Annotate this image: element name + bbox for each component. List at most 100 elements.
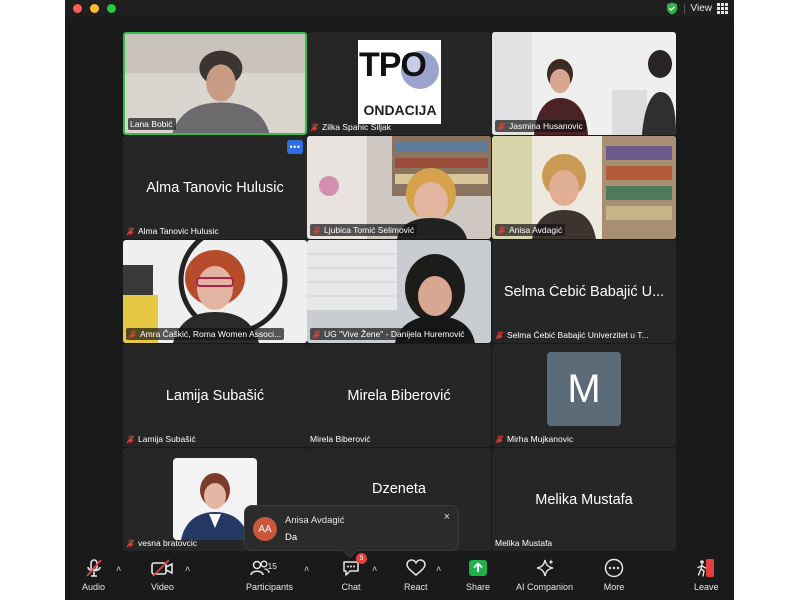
- participant-name-tag: Mirha Mujkanovic: [495, 434, 573, 444]
- participant-avatar: M: [547, 352, 621, 426]
- video-options-chevron-icon[interactable]: ˄: [185, 564, 190, 574]
- participant-name: Melika Mustafa: [495, 538, 553, 548]
- participant-name: Jasmina Husanovic: [509, 121, 583, 131]
- mic-muted-icon: [85, 559, 102, 577]
- participant-name-tag: Jasmina Husanovic: [495, 120, 586, 132]
- video-tile-zilka-spahic-siljak[interactable]: TPO ONDACIJA Zilka Spahic Siljak: [307, 32, 491, 135]
- participants-count: 15: [267, 561, 277, 571]
- react-label: React: [404, 582, 428, 592]
- participant-name: Selma Ćebić Babajić Univerzitet u T...: [507, 330, 649, 340]
- video-tile-selma-cebic-babajic[interactable]: Selma Ćebić Babajić U... Selma Ćebić Bab…: [492, 240, 676, 343]
- close-icon[interactable]: ×: [444, 511, 450, 523]
- participant-display-name: Lamija Subašić: [165, 387, 265, 404]
- chat-options-chevron-icon[interactable]: ˄: [372, 564, 377, 574]
- tile-more-options-button[interactable]: •••: [287, 140, 303, 154]
- view-label: View: [690, 3, 713, 14]
- participant-display-name: Mirela Biberović: [347, 387, 451, 404]
- mic-muted-icon: [310, 122, 319, 131]
- chat-notification[interactable]: AA Anisa Avdagić Da ×: [244, 505, 459, 559]
- security-shield-icon[interactable]: [666, 2, 678, 15]
- chat-label: Chat: [341, 582, 361, 592]
- zoom-window-button[interactable]: [107, 4, 116, 13]
- video-tile-mirha-mujkanovic[interactable]: M Mirha Mujkanovic: [492, 344, 676, 447]
- participant-name: Mirela Biberović: [310, 434, 371, 444]
- participants-label: Participants: [246, 582, 294, 592]
- video-tile-jasmina-husanovic[interactable]: Jasmina Husanovic: [492, 32, 676, 135]
- view-button[interactable]: View: [690, 3, 728, 14]
- participant-name: Amra Čaškić, Roma Women Associ...: [140, 329, 282, 339]
- participant-display-name: Selma Ćebić Babajić U...: [503, 283, 665, 300]
- participant-name: Alma Tanovic Hulusic: [138, 226, 219, 236]
- more-icon: [604, 558, 624, 578]
- participant-name-tag: Lamija Subašić: [126, 434, 196, 444]
- participant-name: UG "Vive Žene" - Danijela Huremović: [324, 329, 465, 339]
- grid-view-icon: [717, 3, 728, 14]
- participant-name: Ljubica Tomić Selimović: [324, 225, 415, 235]
- logo-text-top: TPO: [359, 46, 427, 84]
- participant-name: Lamija Subašić: [138, 434, 196, 444]
- video-off-icon: [151, 559, 174, 577]
- participants-button[interactable]: 15 Participants: [246, 558, 293, 592]
- audio-options-chevron-icon[interactable]: ˄: [116, 564, 121, 574]
- leave-label: Leave: [694, 582, 719, 592]
- audio-button[interactable]: Audio: [82, 558, 105, 592]
- participant-display-name: Dzeneta: [371, 481, 426, 498]
- share-button[interactable]: Share: [466, 558, 490, 592]
- close-window-button[interactable]: [73, 4, 82, 13]
- video-tile-ljubica-tomic-selimovic[interactable]: Ljubica Tomić Selimović: [307, 136, 491, 239]
- sender-name: Anisa Avdagić: [285, 515, 345, 526]
- participant-name-tag: Amra Čaškić, Roma Women Associ...: [126, 328, 285, 340]
- video-tile-alma-tanovic-hulusic[interactable]: Alma Tanovic Hulusic ••• Alma Tanovic Hu…: [123, 136, 307, 239]
- video-tile-lana-bobic[interactable]: Lana Bobić: [123, 32, 307, 135]
- mic-muted-icon: [128, 329, 137, 338]
- mic-muted-icon: [495, 330, 504, 339]
- video-label: Video: [151, 582, 174, 592]
- audio-label: Audio: [82, 582, 106, 592]
- sender-avatar: AA: [253, 517, 277, 541]
- video-tile-mirela-biberovic[interactable]: Mirela Biberović Mirela Biberović: [307, 344, 491, 447]
- participant-name: Zilka Spahic Siljak: [322, 122, 391, 132]
- react-options-chevron-icon[interactable]: ˄: [436, 564, 441, 574]
- leave-button[interactable]: Leave: [694, 558, 719, 592]
- mic-muted-icon: [312, 329, 321, 338]
- video-tile-vive-zene[interactable]: UG "Vive Žene" - Danijela Huremović: [307, 240, 491, 343]
- ai-companion-label: AI Companion: [516, 582, 574, 592]
- participant-name-tag: Anisa Avdagić: [495, 224, 566, 236]
- participant-display-name: Melika Mustafa: [535, 491, 633, 508]
- zoom-window: View Lana Bobić TPO ONDACIJA Zilka Spahi…: [65, 0, 734, 600]
- video-tile-anisa-avdagic[interactable]: Anisa Avdagić: [492, 136, 676, 239]
- participant-name-tag: Alma Tanovic Hulusic: [126, 226, 219, 236]
- participant-name: Anisa Avdagić: [509, 225, 563, 235]
- participant-name-tag: Ljubica Tomić Selimović: [310, 224, 418, 236]
- meeting-controls: Audio ˄ Video ˄ 15 Participants ˄ 5 Chat…: [65, 552, 734, 600]
- participant-name-tag: Melika Mustafa: [495, 538, 552, 548]
- share-label: Share: [466, 582, 491, 592]
- more-label: More: [603, 582, 625, 592]
- heart-icon: [405, 559, 426, 576]
- ai-companion-button[interactable]: AI Companion: [516, 558, 573, 592]
- sparkle-icon: [536, 559, 554, 577]
- logo-text-bottom: ONDACIJA: [363, 102, 437, 118]
- mic-muted-icon: [495, 434, 504, 443]
- chat-button[interactable]: 5 Chat: [340, 553, 367, 592]
- mic-muted-icon: [126, 434, 135, 443]
- video-tile-melika-mustafa[interactable]: Melika Mustafa Melika Mustafa: [492, 448, 676, 551]
- unread-chat-badge: 5: [356, 553, 367, 564]
- video-tile-lamija-subasic[interactable]: Lamija Subašić Lamija Subašić: [123, 344, 307, 447]
- mic-muted-icon: [497, 225, 506, 234]
- react-button[interactable]: React: [404, 558, 428, 592]
- participant-name-tag: Zilka Spahic Siljak: [310, 122, 391, 132]
- leave-icon: [697, 559, 715, 577]
- more-button[interactable]: More: [603, 558, 625, 592]
- title-bar: View: [65, 0, 734, 17]
- participant-name: Mirha Mujkanovic: [507, 434, 574, 444]
- video-button[interactable]: Video: [151, 558, 174, 592]
- share-screen-icon: [469, 560, 488, 576]
- gallery-view: Lana Bobić TPO ONDACIJA Zilka Spahic Sil…: [65, 17, 734, 552]
- participants-icon: [249, 560, 270, 576]
- video-tile-amra-caskic[interactable]: Amra Čaškić, Roma Women Associ...: [123, 240, 307, 343]
- participants-options-chevron-icon[interactable]: ˄: [304, 564, 309, 574]
- chat-message: Da: [285, 532, 298, 543]
- participant-display-name: Alma Tanovic Hulusic: [146, 179, 284, 196]
- minimize-window-button[interactable]: [90, 4, 99, 13]
